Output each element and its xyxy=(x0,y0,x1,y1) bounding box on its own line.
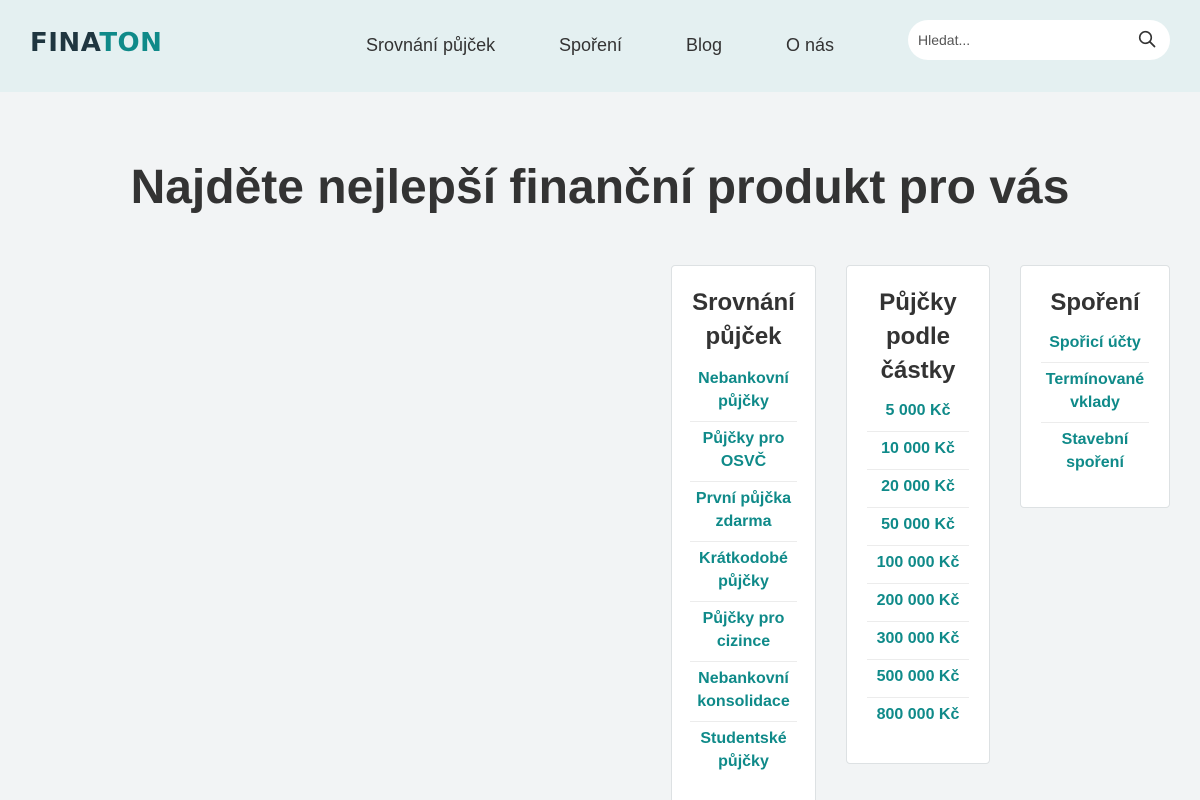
list-item: Půjčky pro OSVČ xyxy=(690,422,797,482)
link-nebankovni-konsolidace[interactable]: Nebankovní konsolidace xyxy=(690,667,797,713)
link-stavebni-sporeni[interactable]: Stavební spoření xyxy=(1041,428,1149,474)
logo-text-part1: FINA xyxy=(30,28,100,58)
list-item: 300 000 Kč xyxy=(867,622,969,660)
search-icon xyxy=(1138,30,1156,47)
link-amount-20000[interactable]: 20 000 Kč xyxy=(867,475,969,498)
nav-link-o-nas[interactable]: O nás xyxy=(786,34,834,56)
search-bar xyxy=(908,20,1170,60)
list-item: 800 000 Kč xyxy=(867,698,969,735)
card-sporeni: Spoření Spořicí účty Termínované vklady … xyxy=(1020,265,1170,508)
card-srovnani-pujcek: Srovnání půjček Nebankovní půjčky Půjčky… xyxy=(671,265,816,800)
list-item: 100 000 Kč xyxy=(867,546,969,584)
finaton-logo[interactable]: FINATON xyxy=(30,28,162,58)
card-link-list: 5 000 Kč 10 000 Kč 20 000 Kč 50 000 Kč 1… xyxy=(867,394,969,735)
list-item: Nebankovní půjčky xyxy=(690,362,797,422)
list-item: 200 000 Kč xyxy=(867,584,969,622)
nav-link-blog[interactable]: Blog xyxy=(686,34,722,56)
card-title: Půjčky podle částky xyxy=(879,289,957,384)
list-item: Spořicí účty xyxy=(1041,326,1149,363)
list-item: Krátkodobé půjčky xyxy=(690,542,797,602)
list-item: Termínované vklady xyxy=(1041,363,1149,423)
link-kratkodobe-pujcky[interactable]: Krátkodobé půjčky xyxy=(690,547,797,593)
link-prvni-pujcka-zdarma[interactable]: První půjčka zdarma xyxy=(690,487,797,533)
link-amount-800000[interactable]: 800 000 Kč xyxy=(867,703,969,726)
nav-link-srovnani-pujcek[interactable]: Srovnání půjček xyxy=(366,34,495,56)
list-item: 5 000 Kč xyxy=(867,394,969,432)
link-amount-5000[interactable]: 5 000 Kč xyxy=(867,399,969,422)
link-pujcky-pro-cizince[interactable]: Půjčky pro cizince xyxy=(690,607,797,653)
card-link-list: Spořicí účty Termínované vklady Stavební… xyxy=(1041,326,1149,482)
nav-link-sporeni[interactable]: Spoření xyxy=(559,34,622,56)
list-item: 10 000 Kč xyxy=(867,432,969,470)
link-amount-10000[interactable]: 10 000 Kč xyxy=(867,437,969,460)
card-link-list: Nebankovní půjčky Půjčky pro OSVČ První … xyxy=(690,362,797,781)
list-item: 50 000 Kč xyxy=(867,508,969,546)
search-button[interactable] xyxy=(1134,28,1160,52)
logo-text-part2: TON xyxy=(99,28,163,58)
link-nebankovni-pujcky[interactable]: Nebankovní půjčky xyxy=(690,367,797,413)
link-terminovane-vklady[interactable]: Termínované vklady xyxy=(1041,368,1149,414)
link-sporici-ucty[interactable]: Spořicí účty xyxy=(1041,331,1149,354)
list-item: První půjčka zdarma xyxy=(690,482,797,542)
link-studentske-pujcky[interactable]: Studentské půjčky xyxy=(690,727,797,773)
list-item: Půjčky pro cizince xyxy=(690,602,797,662)
link-amount-300000[interactable]: 300 000 Kč xyxy=(867,627,969,650)
card-title: Spoření xyxy=(1050,289,1140,316)
list-item: Stavební spoření xyxy=(1041,423,1149,482)
list-item: 500 000 Kč xyxy=(867,660,969,698)
page-title: Najděte nejlepší finanční produkt pro vá… xyxy=(130,161,1070,214)
link-amount-200000[interactable]: 200 000 Kč xyxy=(867,589,969,612)
list-item: 20 000 Kč xyxy=(867,470,969,508)
link-amount-50000[interactable]: 50 000 Kč xyxy=(867,513,969,536)
link-pujcky-pro-osvc[interactable]: Půjčky pro OSVČ xyxy=(690,427,797,473)
card-pujcky-podle-castky: Půjčky podle částky 5 000 Kč 10 000 Kč 2… xyxy=(846,265,990,764)
list-item: Nebankovní konsolidace xyxy=(690,662,797,722)
link-amount-500000[interactable]: 500 000 Kč xyxy=(867,665,969,688)
card-title: Srovnání půjček xyxy=(692,289,795,350)
site-header: FINATON Srovnání půjček Spoření Blog O n… xyxy=(0,0,1200,92)
link-amount-100000[interactable]: 100 000 Kč xyxy=(867,551,969,574)
search-input[interactable] xyxy=(908,20,1128,60)
list-item: Studentské půjčky xyxy=(690,722,797,781)
